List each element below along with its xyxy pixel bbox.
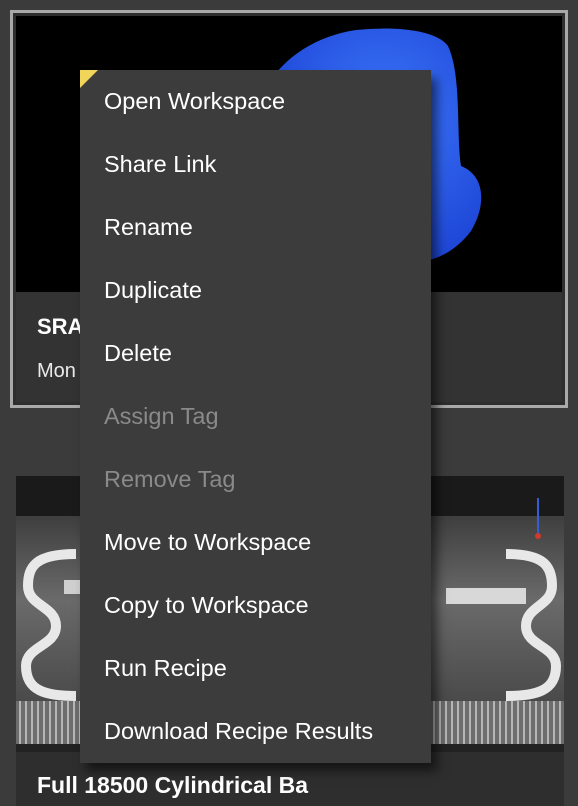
menu-item-copy-to-workspace[interactable]: Copy to Workspace — [80, 580, 431, 643]
context-menu: Open Workspace Share Link Rename Duplicate D… — [80, 70, 431, 763]
menu-item-move-to-workspace[interactable]: Move to Workspace — [80, 517, 431, 580]
menu-item-duplicate[interactable]: Duplicate — [80, 265, 431, 328]
menu-corner-accent — [80, 70, 98, 88]
card-title: Full 18500 Cylindrical Ba — [37, 772, 309, 798]
menu-item-run-recipe[interactable]: Run Recipe — [80, 643, 431, 706]
menu-item-share-link[interactable]: Share Link — [80, 139, 431, 202]
card-date: Mon — [37, 360, 76, 382]
menu-item-download-recipe-results[interactable]: Download Recipe Results — [80, 706, 431, 769]
menu-item-delete[interactable]: Delete — [80, 328, 431, 391]
card-title: SRA — [37, 314, 84, 339]
menu-item-rename[interactable]: Rename — [80, 202, 431, 265]
menu-item-open-workspace[interactable]: Open Workspace — [80, 76, 431, 139]
menu-item-assign-tag: Assign Tag — [104, 403, 219, 429]
menu-item-remove-tag: Remove Tag — [104, 466, 236, 492]
